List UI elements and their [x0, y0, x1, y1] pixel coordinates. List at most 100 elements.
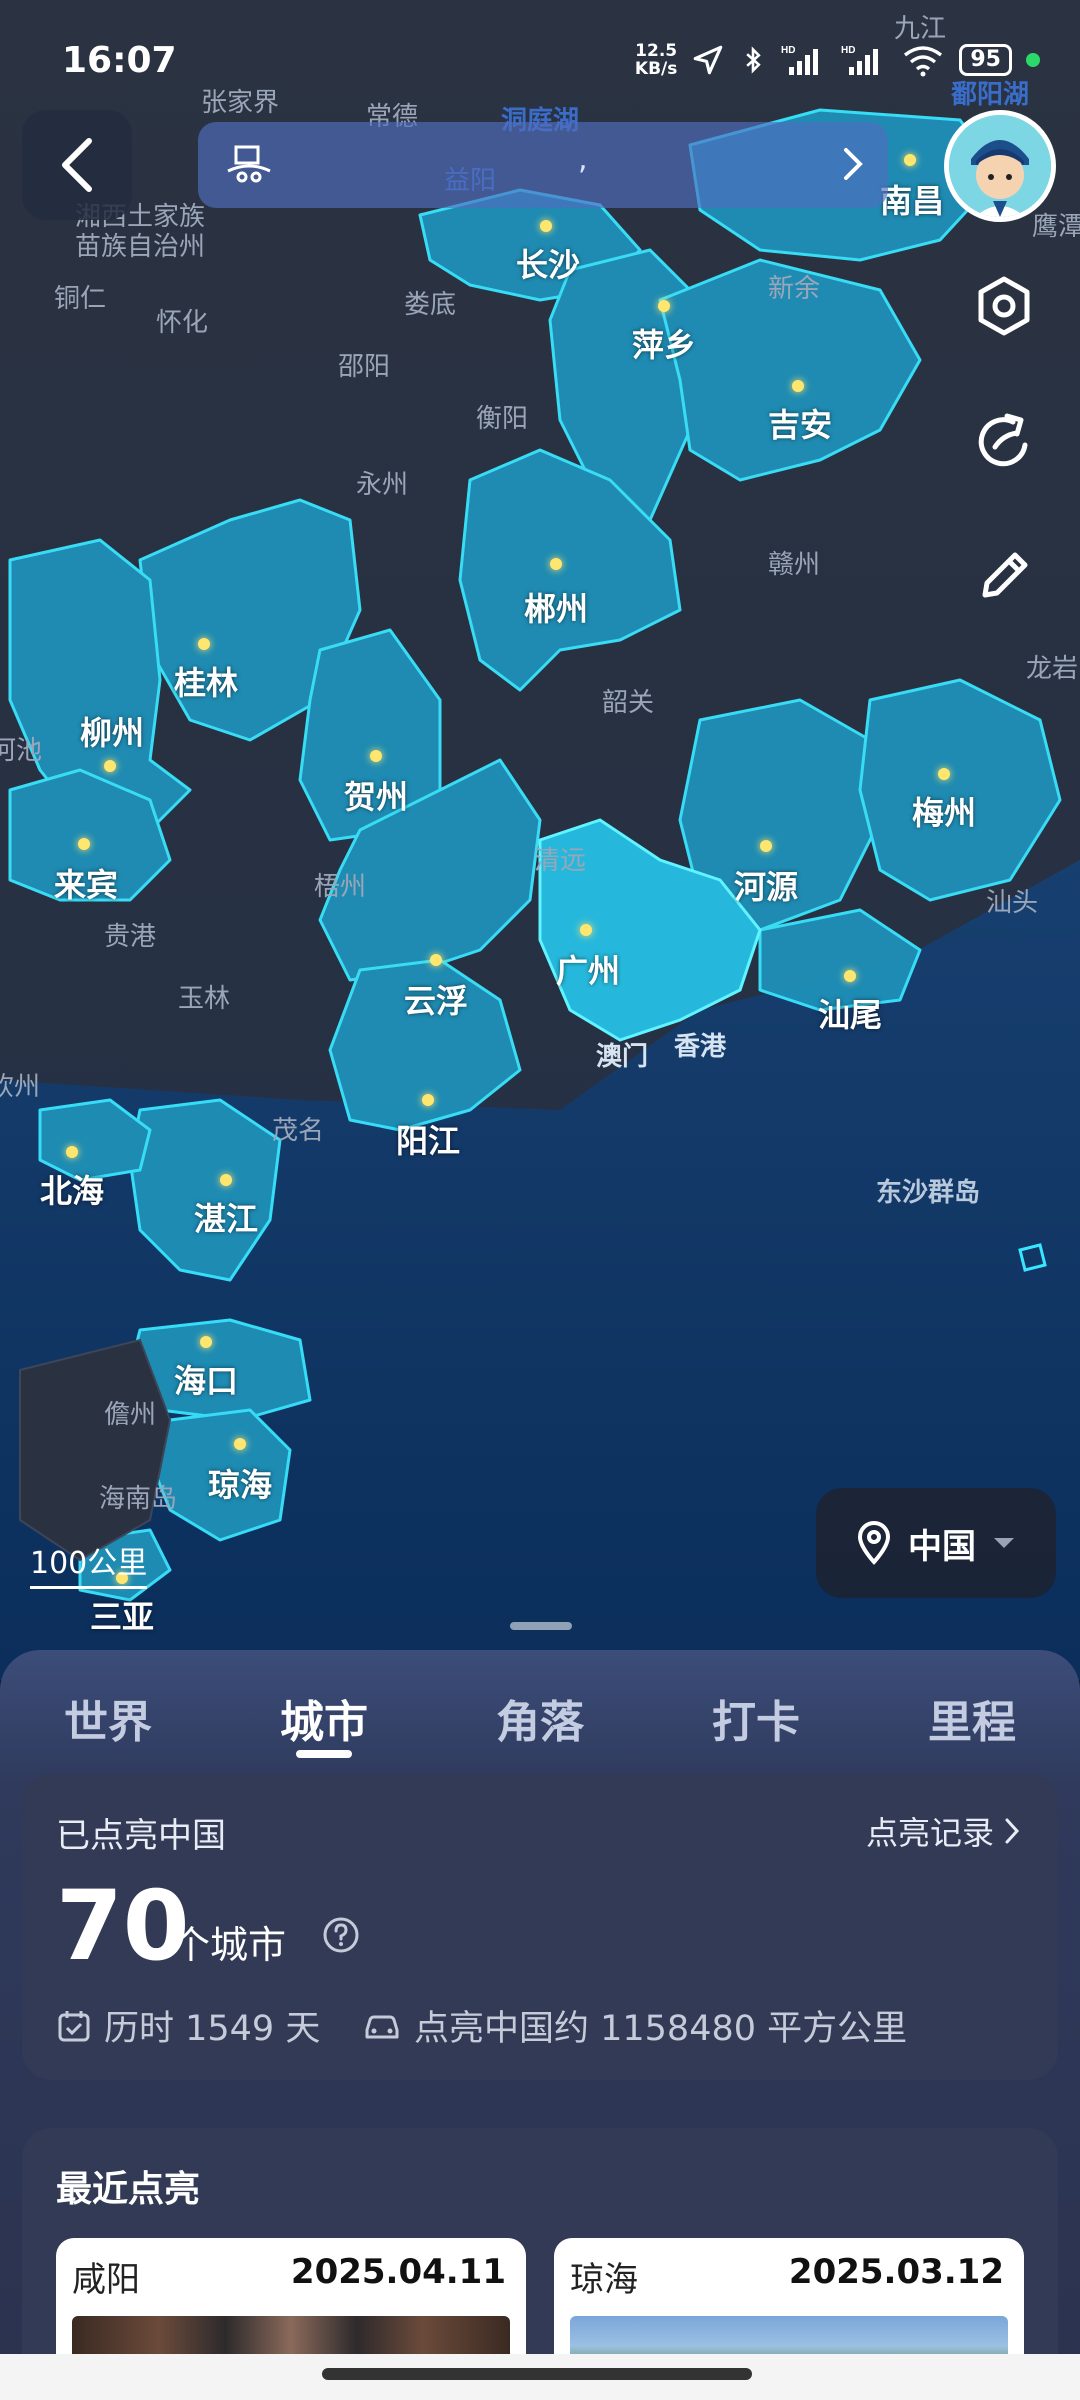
place-label: 鹰潭: [1031, 212, 1080, 242]
place-label: 儋州: [103, 1400, 157, 1430]
signal-hd-icon: HD: [841, 45, 879, 75]
place-label: 梧州: [313, 872, 367, 902]
map-view[interactable]: 张家界 常德 洞庭湖 九江 鄱阳湖 鹰潭 湘西土家族 苗族自治州 铜仁 怀化 娄…: [0, 0, 1080, 1680]
avatar[interactable]: [944, 110, 1056, 222]
settings-button[interactable]: [962, 264, 1046, 348]
recent-title: 最近点亮: [56, 2169, 201, 2210]
city-label[interactable]: 北海: [40, 1166, 104, 1212]
city-dot: [658, 300, 670, 312]
city-label[interactable]: 阳江: [396, 1116, 460, 1162]
battery-icon: 95: [959, 44, 1012, 76]
duration-row: 历时 1549 天: [56, 2000, 320, 2051]
place-label: 河池: [0, 736, 43, 766]
tab-city[interactable]: 城市: [280, 1686, 368, 1750]
place-label: 新余: [767, 274, 821, 304]
avatar-illustration: [949, 115, 1051, 217]
net-speed: 12.5 KB/s: [635, 42, 677, 78]
city-label[interactable]: 吉安: [768, 400, 832, 446]
lit-history-link[interactable]: 点亮记录: [866, 1808, 1020, 1854]
duration-text: 历时 1549 天: [104, 2009, 321, 2049]
stats-title: 已点亮中国: [56, 1816, 226, 1856]
active-tab-indicator: [296, 1750, 352, 1758]
pencil-icon: [982, 552, 1028, 598]
history-link-label: 点亮记录: [865, 1814, 994, 1852]
city-label[interactable]: 长沙: [516, 240, 580, 286]
place-label: 苗族自治州: [74, 232, 206, 262]
share-button[interactable]: [962, 400, 1046, 484]
place-label: 衡阳: [475, 404, 529, 434]
city-dot: [370, 750, 382, 762]
region-label: 中国: [908, 1526, 976, 1567]
city-dot: [78, 838, 90, 850]
net-speed-unit: KB/s: [634, 59, 678, 79]
search-bar[interactable]: ,: [198, 122, 888, 208]
city-label[interactable]: 梅州: [912, 788, 976, 834]
city-label[interactable]: 三亚: [90, 1592, 154, 1638]
city-dot: [580, 924, 592, 936]
city-dot: [200, 1336, 212, 1348]
place-label: 香港: [673, 1032, 727, 1062]
city-dot: [550, 558, 562, 570]
city-label[interactable]: 来宾: [54, 860, 118, 906]
area-row: 点亮中国约 1158480 平方公里: [362, 2000, 907, 2051]
place-label: 钦州: [0, 1072, 41, 1102]
home-gesture-bar[interactable]: [322, 2368, 752, 2380]
tab-corner[interactable]: 角落: [496, 1686, 584, 1750]
city-label[interactable]: 汕尾: [818, 990, 882, 1036]
location-arrow-icon: [694, 45, 723, 75]
chevron-left-icon: [62, 138, 92, 192]
status-time: 16:07: [62, 40, 177, 81]
city-label[interactable]: 贺州: [344, 772, 408, 818]
tab-world[interactable]: 世界: [64, 1686, 152, 1750]
hexagon-settings-icon: [978, 276, 1030, 336]
place-label: 韶关: [601, 688, 655, 718]
ghost-icon: [227, 145, 271, 183]
area-text: 点亮中国约 1158480 平方公里: [414, 2009, 908, 2049]
city-dot: [938, 768, 950, 780]
city-label[interactable]: 云浮: [404, 976, 468, 1022]
place-label: 茂名: [271, 1116, 325, 1146]
place-label: 澳门: [595, 1042, 649, 1072]
place-label: 贵港: [103, 922, 157, 952]
chevron-right-icon: [1005, 1818, 1020, 1844]
edit-button[interactable]: [962, 534, 1046, 618]
help-icon[interactable]: [322, 1916, 360, 1954]
place-label: 铜仁: [53, 284, 107, 314]
search-placeholder: ,: [578, 142, 588, 177]
tab-bar: 世界 城市 角落 打卡 里程: [0, 1686, 1080, 1766]
city-label[interactable]: 南昌: [880, 176, 944, 222]
tab-checkin[interactable]: 打卡: [712, 1686, 800, 1750]
city-label[interactable]: 湛江: [194, 1194, 258, 1240]
city-label[interactable]: 海口: [174, 1356, 238, 1402]
city-label[interactable]: 桂林: [174, 658, 238, 704]
city-label[interactable]: 河源: [734, 862, 798, 908]
city-label[interactable]: 广州: [556, 946, 620, 992]
city-dot: [540, 220, 552, 232]
city-dot: [66, 1146, 78, 1158]
region-selector[interactable]: 中国: [816, 1488, 1056, 1598]
city-dot: [422, 1094, 434, 1106]
city-count: 70: [56, 1870, 190, 1982]
city-dot: [104, 760, 116, 772]
city-label[interactable]: 萍乡: [632, 320, 696, 366]
map-scale: 100公里: [30, 1538, 148, 1589]
location-pin-icon: [857, 1521, 891, 1565]
city-label[interactable]: 琼海: [208, 1460, 272, 1506]
place-label: 永州: [355, 470, 409, 500]
city-dot: [904, 154, 916, 166]
status-icons: 12.5 KB/s HD HD 95: [635, 42, 1040, 78]
place-label: 玉林: [177, 984, 231, 1014]
calendar-check-icon: [58, 2010, 90, 2041]
city-dot: [844, 970, 856, 982]
back-button[interactable]: [22, 110, 132, 220]
caret-down-icon: [994, 1538, 1014, 1548]
tab-mileage[interactable]: 里程: [928, 1686, 1016, 1750]
privacy-indicator: [1026, 53, 1040, 67]
status-bar: 16:07 12.5 KB/s HD HD 95: [0, 0, 1080, 110]
city-label[interactable]: 柳州: [80, 708, 144, 754]
sheet-drag-handle[interactable]: [510, 1622, 572, 1630]
place-label: 赣州: [767, 550, 821, 580]
city-dot: [760, 840, 772, 852]
net-speed-value: 12.5: [635, 41, 678, 61]
city-label[interactable]: 郴州: [524, 584, 588, 630]
